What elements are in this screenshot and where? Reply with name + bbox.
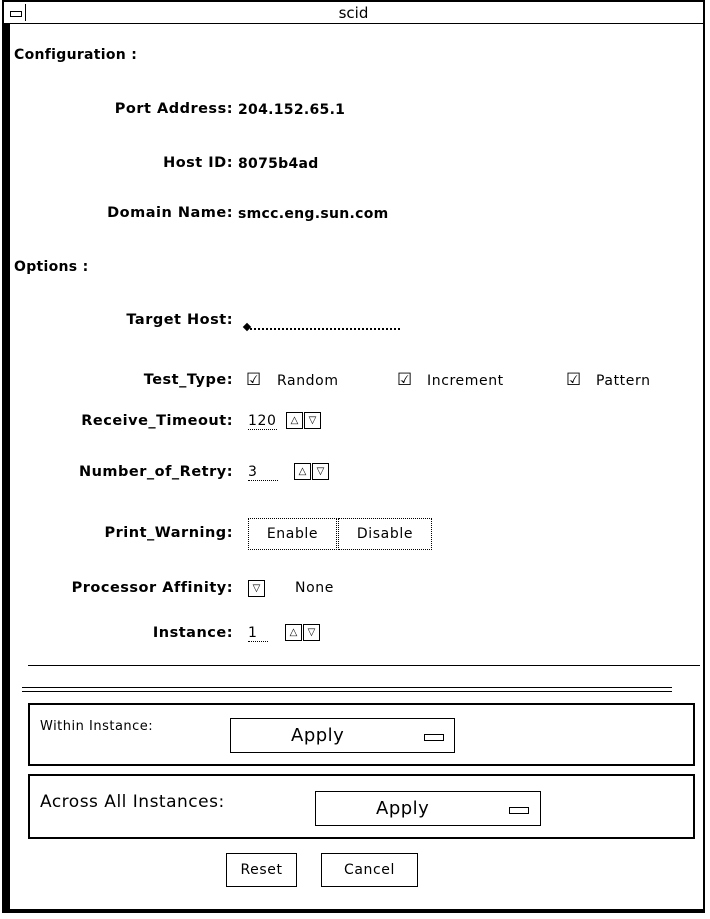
increment-arrow-icon[interactable]: △ [286,412,303,429]
increment-arrow-icon[interactable]: △ [294,463,311,480]
title-bar: scid [4,2,703,24]
checkmark-icon: ☑ [566,370,582,390]
disable-option[interactable]: Disable [338,518,432,550]
processor-affinity-value: None [295,580,334,596]
target-host-input[interactable] [242,318,402,332]
increment-arrow-icon[interactable]: △ [285,624,302,641]
within-instance-apply-button[interactable]: Apply [230,718,455,753]
bottom-border [4,909,705,911]
enable-option[interactable]: Enable [248,518,337,550]
print-warning-label: Print_Warning: [104,525,233,541]
receive-timeout-input[interactable]: 120 [248,413,277,430]
checkmark-icon: ☑ [397,370,413,390]
within-instance-label: Within Instance: [40,719,154,734]
menu-arrow-icon: ▽ [248,580,265,597]
options-heading: Options : [14,259,89,275]
divider [22,687,672,688]
across-instances-panel: Across All Instances: Apply [28,774,695,839]
increment-label: Increment [427,373,504,389]
pattern-label: Pattern [596,373,651,389]
lower-left-border [4,677,10,911]
target-host-label: Target Host: [126,312,233,328]
instance-stepper[interactable]: △ ▽ [285,624,323,641]
reset-button[interactable]: Reset [226,853,297,887]
port-address-value: 204.152.65.1 [238,102,346,118]
menu-mark-icon [424,734,444,741]
decrement-arrow-icon[interactable]: ▽ [312,463,329,480]
domain-name-value: smcc.eng.sun.com [238,206,389,222]
number-of-retry-stepper[interactable]: △ ▽ [294,463,332,480]
processor-affinity-label: Processor Affinity: [71,580,233,596]
window-menu-icon [10,11,22,17]
random-checkbox[interactable]: ☑ [246,370,262,390]
checkmark-icon: ☑ [246,370,262,390]
divider [28,665,700,666]
number-of-retry-label: Number_of_Retry: [78,464,233,480]
instance-label: Instance: [152,625,233,641]
pattern-checkbox[interactable]: ☑ [566,370,582,390]
increment-checkbox[interactable]: ☑ [397,370,413,390]
test-type-label: Test_Type: [143,372,233,388]
domain-name-label: Domain Name: [107,205,233,221]
within-instance-panel: Within Instance: Apply [28,703,695,766]
random-label: Random [277,373,339,389]
across-instances-apply-button[interactable]: Apply [315,791,541,826]
cancel-button[interactable]: Cancel [321,853,418,887]
configuration-heading: Configuration : [14,47,138,63]
divider [22,691,672,692]
receive-timeout-stepper[interactable]: △ ▽ [286,412,324,429]
instance-input[interactable]: 1 [248,625,274,642]
receive-timeout-label: Receive_Timeout: [81,413,233,429]
host-id-value: 8075b4ad [238,156,319,172]
host-id-label: Host ID: [163,155,233,171]
menu-mark-icon [509,807,529,814]
decrement-arrow-icon[interactable]: ▽ [303,624,320,641]
target-host-underline [250,328,400,330]
decrement-arrow-icon[interactable]: ▽ [304,412,321,429]
processor-affinity-menu-button[interactable]: ▽ [248,580,266,597]
window-menu-button[interactable] [6,4,26,21]
window-title: scid [338,4,369,22]
across-instances-label: Across All Instances: [40,792,225,812]
number-of-retry-input[interactable]: 3 [248,464,282,481]
port-address-label: Port Address: [114,101,233,117]
